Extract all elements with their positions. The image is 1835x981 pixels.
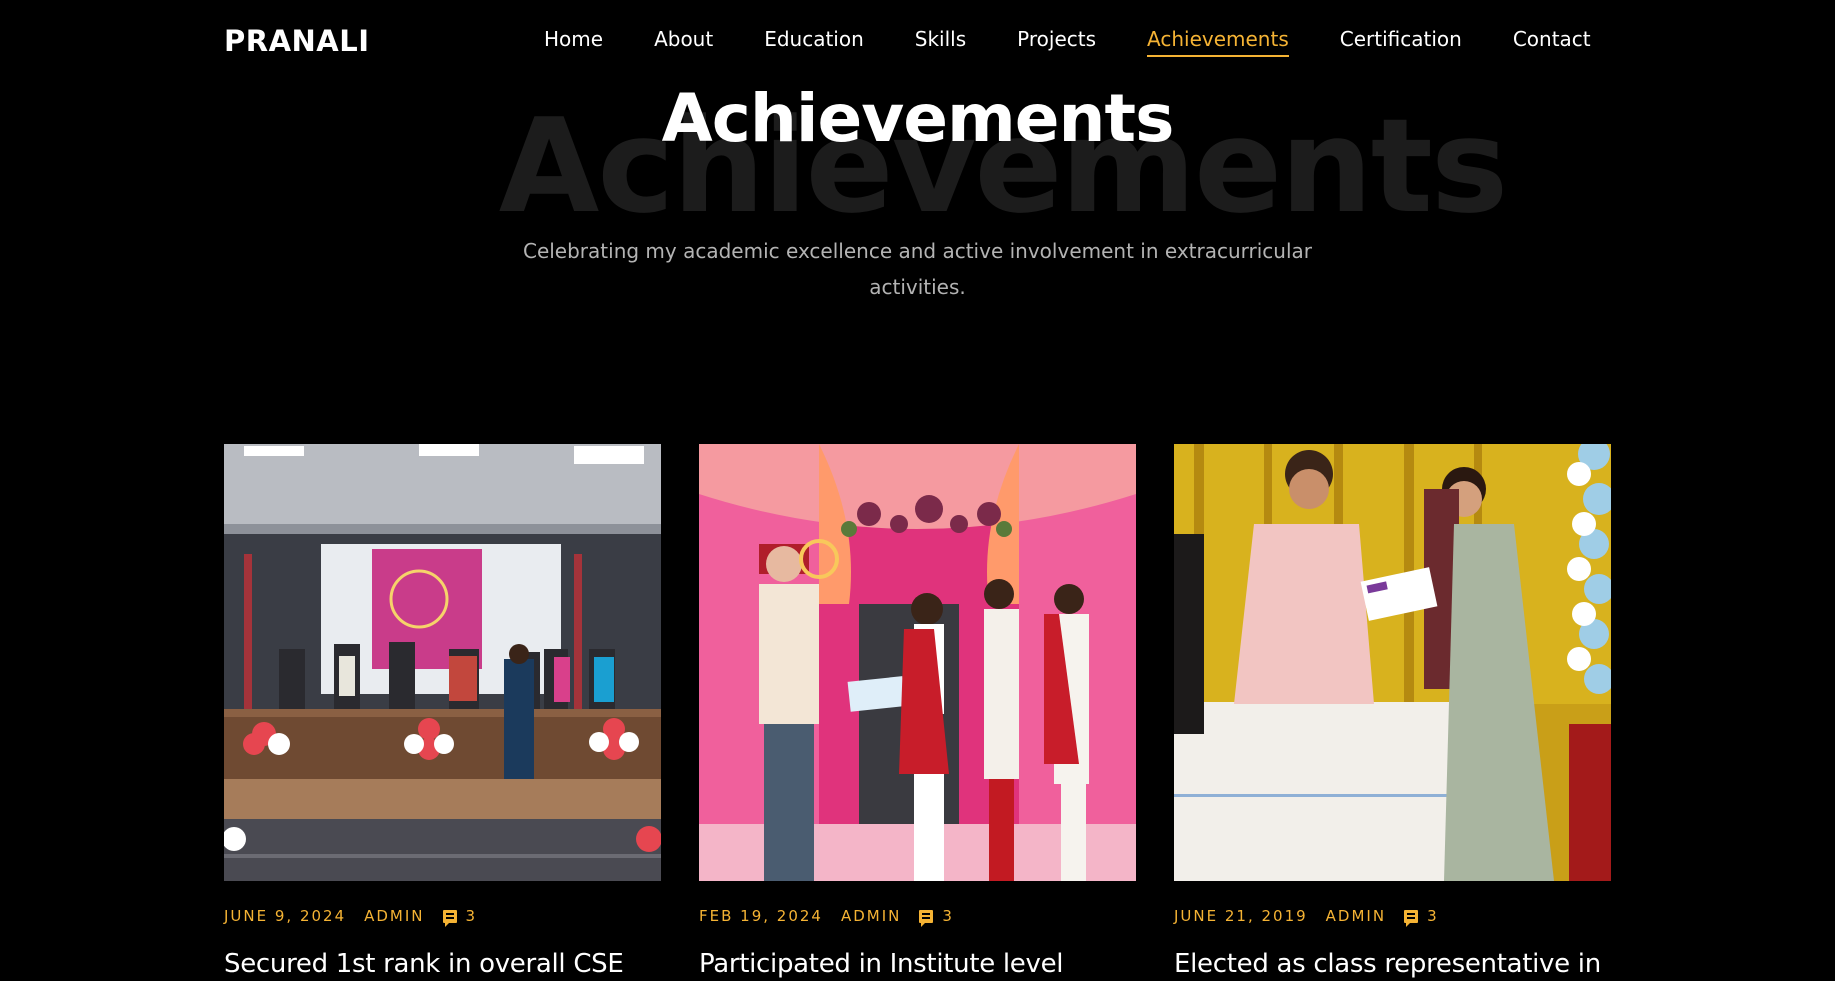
achievement-card: JUNE 21, 2019 ADMIN 3 Elected as class r… (1174, 444, 1611, 979)
section-title: Achievements (661, 80, 1175, 157)
page: PRANALI Home About Education Skills Proj… (0, 0, 1835, 981)
post-author[interactable]: ADMIN (841, 907, 901, 925)
comment-icon (1404, 909, 1419, 927)
post-comment-count[interactable]: 3 (1427, 907, 1439, 925)
nav-item-education[interactable]: Education (764, 27, 864, 57)
nav-item-home[interactable]: Home (544, 27, 603, 57)
nav-item-skills[interactable]: Skills (915, 27, 966, 57)
post-title[interactable]: Secured 1st rank in overall CSE (224, 949, 661, 979)
photo-farewell-stage-illustration (224, 444, 661, 881)
photo-class-representative-illustration (1174, 444, 1611, 881)
nav-item-achievements[interactable]: Achievements (1147, 27, 1289, 57)
achievement-photo-certificate-stage[interactable] (699, 444, 1136, 881)
achievement-card: FEB 19, 2024 ADMIN 3 Participated in Ins… (699, 444, 1136, 979)
site-logo[interactable]: PRANALI (224, 24, 370, 58)
comment-icon (919, 909, 934, 927)
nav-item-projects[interactable]: Projects (1017, 27, 1096, 57)
nav-menu: Home About Education Skills Projects Ach… (544, 27, 1591, 57)
nav-item-certification[interactable]: Certification (1340, 27, 1462, 57)
post-meta: FEB 19, 2024 ADMIN 3 (699, 907, 1136, 927)
post-date[interactable]: JUNE 9, 2024 (224, 907, 346, 925)
post-title[interactable]: Elected as class representative in (1174, 949, 1611, 979)
post-date[interactable]: JUNE 21, 2019 (1174, 907, 1308, 925)
top-navigation: PRANALI Home About Education Skills Proj… (0, 0, 1835, 82)
photo-certificate-stage-illustration (699, 444, 1136, 881)
comment-icon (442, 909, 457, 927)
post-comment-count[interactable]: 3 (942, 907, 954, 925)
post-comment-count[interactable]: 3 (466, 907, 478, 925)
achievement-photo-class-representative[interactable] (1174, 444, 1611, 881)
post-author[interactable]: ADMIN (364, 907, 424, 925)
post-meta: JUNE 9, 2024 ADMIN 3 (224, 907, 661, 927)
achievement-photo-farewell-stage[interactable] (224, 444, 661, 881)
nav-item-contact[interactable]: Contact (1513, 27, 1591, 57)
post-date[interactable]: FEB 19, 2024 (699, 907, 823, 925)
achievement-card: JUNE 9, 2024 ADMIN 3 Secured 1st rank in… (224, 444, 661, 979)
nav-item-about[interactable]: About (654, 27, 713, 57)
post-title[interactable]: Participated in Institute level (699, 949, 1136, 979)
subtitle-line-1: Celebrating my academic excellence and a… (522, 239, 1313, 263)
section-subtitle: Celebrating my academic excellence and a… (510, 233, 1325, 305)
post-meta: JUNE 21, 2019 ADMIN 3 (1174, 907, 1611, 927)
subtitle-line-2: activities. (869, 275, 966, 299)
post-author[interactable]: ADMIN (1326, 907, 1386, 925)
